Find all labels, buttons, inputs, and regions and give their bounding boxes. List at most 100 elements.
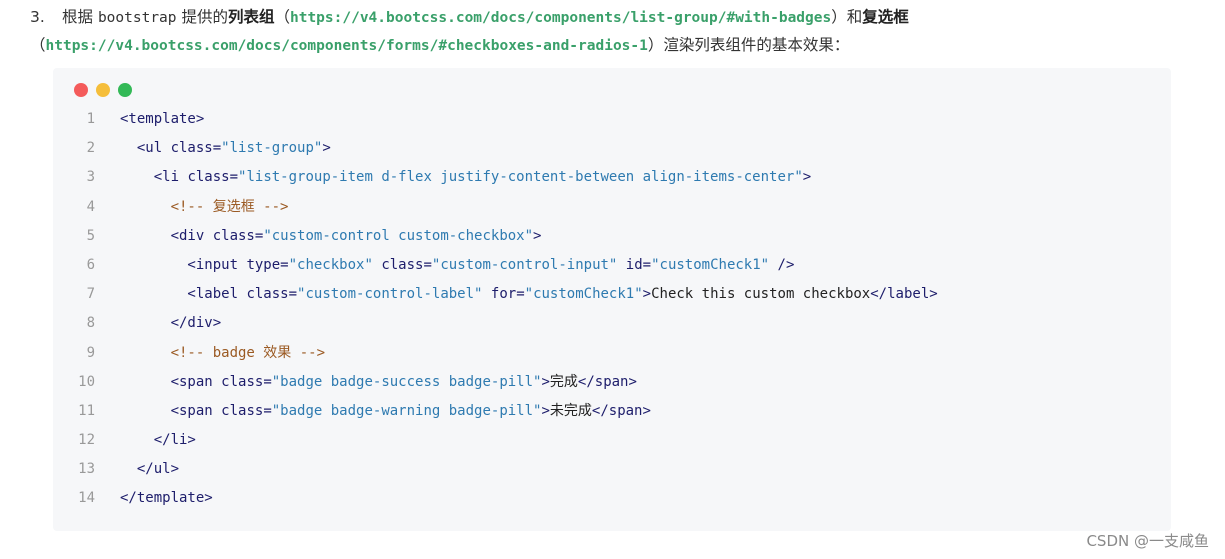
line-number: 14 <box>78 490 95 507</box>
code-content: <!-- 复选框 --> <box>120 193 289 222</box>
code-lines: 1 <template> 2 <ul class="list-group"> 3 <l… <box>53 105 938 514</box>
code-token: = <box>288 286 298 303</box>
code-token: </div> <box>120 315 222 332</box>
code-token: "custom-control-label" <box>297 286 483 303</box>
paren-open-2: （ <box>30 36 46 54</box>
code-token: class <box>212 227 255 244</box>
line-number: 12 <box>78 432 95 449</box>
code-content: <div class="custom-control custom-checkb… <box>120 222 542 251</box>
code-token: > <box>541 402 550 419</box>
code-token: class <box>170 140 213 157</box>
line-number: 7 <box>86 286 95 303</box>
code-line: 7 <label class="custom-control-label" fo… <box>53 280 938 309</box>
line-number: 11 <box>78 402 95 419</box>
code-token: </label> <box>870 286 938 303</box>
list-group-bold: 列表组 <box>227 8 275 26</box>
code-content: <span class="badge badge-warning badge-p… <box>120 397 651 426</box>
code-token: <li <box>120 169 188 186</box>
code-token: </li> <box>120 432 196 449</box>
code-token: = <box>263 373 272 390</box>
code-content: <!-- badge 效果 --> <box>120 339 325 368</box>
code-token: <input <box>120 256 247 273</box>
code-token: "checkbox" <box>288 256 373 273</box>
intro-text: 根据 <box>62 8 98 26</box>
line-number: 4 <box>86 198 95 215</box>
code-token: > <box>642 286 652 303</box>
code-line: 14 </template> <box>53 484 938 513</box>
line-number: 3 <box>86 169 95 186</box>
code-token: = <box>280 256 289 273</box>
code-token: "customCheck1" <box>524 286 643 303</box>
code-line: 10 <span class="badge badge-success badg… <box>53 368 938 397</box>
code-content: <li class="list-group-item d-flex justif… <box>120 163 812 192</box>
red-dot-icon <box>74 83 88 97</box>
line-number: 13 <box>78 461 95 478</box>
code-token: <!-- badge 效果 --> <box>120 344 326 361</box>
code-token: = <box>212 140 222 157</box>
checkbox-link[interactable]: https://v4.bootcss.com/docs/components/f… <box>46 38 648 54</box>
code-line: 8 </div> <box>53 309 938 338</box>
line-number: 1 <box>86 111 95 127</box>
code-token: class <box>221 373 264 390</box>
code-content: </ul> <box>120 455 179 484</box>
code-token: class <box>187 169 230 186</box>
code-block: 1 <template> 2 <ul class="list-group"> 3 <l… <box>53 68 1171 531</box>
code-line: 13 </ul> <box>53 455 938 484</box>
code-content: </li> <box>120 426 196 455</box>
watermark: CSDN @一支咸鱼 <box>1086 532 1209 550</box>
code-token: "badge badge-success badge-pill" <box>271 373 542 390</box>
code-content: <ul class="list-group"> <box>120 134 331 163</box>
code-line: 3 <li class="list-group-item d-flex just… <box>53 163 938 192</box>
code-line: 9 <!-- badge 效果 --> <box>53 339 938 368</box>
code-content: <input type="checkbox" class="custom-con… <box>120 251 794 280</box>
paren-close: ）和 <box>831 8 863 26</box>
code-token: > <box>533 227 542 244</box>
code-token: </span> <box>591 402 651 419</box>
code-token: = <box>263 402 272 419</box>
code-token: > <box>322 140 331 157</box>
code-token: </template> <box>120 490 213 507</box>
code-token: = <box>516 286 525 303</box>
code-token: "customCheck1" <box>651 256 770 273</box>
code-token: = <box>642 256 652 273</box>
code-token: /> <box>769 256 795 273</box>
code-token: = <box>423 256 432 273</box>
code-token: class <box>381 256 424 273</box>
checkbox-bold: 复选框 <box>862 8 909 26</box>
code-token: type <box>246 256 281 273</box>
code-token: "list-group-item d-flex justify-content-… <box>238 169 803 186</box>
code-token: </ul> <box>120 461 180 478</box>
line-number: 9 <box>86 344 95 361</box>
code-token: <label <box>120 286 247 303</box>
code-token: id <box>625 256 643 273</box>
paren-open: （ <box>274 8 290 26</box>
list-group-link[interactable]: https://v4.bootcss.com/docs/components/l… <box>290 10 831 26</box>
code-token: <!-- 复选框 --> <box>120 198 289 215</box>
yellow-dot-icon <box>96 83 110 97</box>
window-dots <box>74 83 132 97</box>
step-paragraph: 3. 根据 bootstrap 提供的列表组（https://v4.bootcss… <box>30 4 1180 60</box>
code-line: 1 <template> <box>53 105 938 134</box>
code-token: <ul <box>120 140 171 157</box>
code-content: <label class="custom-control-label" for=… <box>120 280 938 309</box>
code-token: = <box>229 169 239 186</box>
code-content: </template> <box>120 484 213 513</box>
green-dot-icon <box>118 83 132 97</box>
code-token: "badge badge-warning badge-pill" <box>271 402 542 419</box>
code-line: 4 <!-- 复选框 --> <box>53 193 938 222</box>
line-number: 8 <box>86 315 95 332</box>
code-token: "custom-control custom-checkbox" <box>263 227 534 244</box>
code-token: </span> <box>577 373 637 390</box>
line-number: 2 <box>86 140 95 157</box>
code-content: <template> <box>120 105 204 134</box>
line-number: 5 <box>86 227 95 244</box>
code-token: <span <box>120 373 222 390</box>
intro-text-2: 提供的 <box>176 8 228 26</box>
line-number: 10 <box>78 373 95 390</box>
code-line: 5 <div class="custom-control custom-chec… <box>53 222 938 251</box>
code-token: Check this custom checkbox <box>651 286 871 303</box>
code-line: 6 <input type="checkbox" class="custom-c… <box>53 251 938 280</box>
code-content: <span class="badge badge-success badge-p… <box>120 368 637 397</box>
